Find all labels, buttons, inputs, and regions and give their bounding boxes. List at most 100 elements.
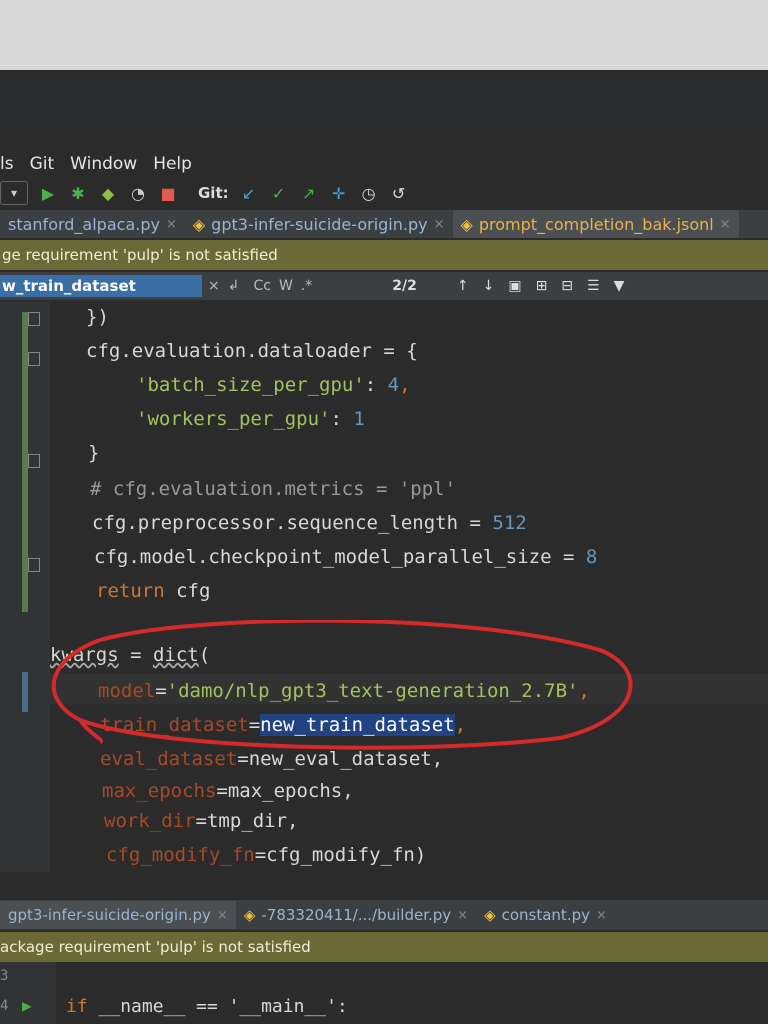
background-wall [0,0,768,70]
git-merge-icon[interactable]: ✛ [329,183,349,203]
git-label: Git: [198,184,229,202]
code-line: }) [86,306,109,328]
code-text: cfg.preprocessor.sequence_length = [92,512,493,534]
close-icon[interactable]: × [596,908,607,923]
select-all-occurrences-icon[interactable]: ☰ [587,278,600,294]
whole-word-toggle[interactable]: W [279,278,293,294]
banner-text: ackage requirement 'pulp' is not satisfi… [0,938,311,956]
keyword: return [96,580,165,602]
menu-tools[interactable]: ls [0,154,14,174]
code-line: cfg_modify_fn=cfg_modify_fn) [106,844,426,866]
code-line: } [88,442,100,464]
run-icon[interactable]: ▶ [38,183,58,203]
code-line: max_epochs=max_epochs, [102,780,354,802]
python-file-icon: ◈ [484,906,496,924]
code-text: __name__ == '__main__': [87,996,348,1017]
tab-prompt-completion[interactable]: ◈ prompt_completion_bak.jsonl × [452,210,739,238]
code-text: cfg.model.checkpoint_model_parallel_size… [94,546,586,568]
history-icon[interactable]: ◷ [359,183,379,203]
find-clear-icon[interactable]: × [208,278,220,294]
code-text: =cfg_modify_fn) [254,844,427,866]
requirement-banner: ge requirement 'pulp' is not satisfied [0,240,768,270]
hand-drawn-annotation-ring [51,620,633,750]
rollback-icon[interactable]: ↺ [389,183,409,203]
newline-icon[interactable]: ↲ [228,278,240,294]
arrow-up-icon[interactable]: ↑ [457,278,469,294]
tab-bottom-constant[interactable]: ◈ constant.py × [476,901,615,929]
remove-occurrence-icon[interactable]: ⊟ [561,278,573,294]
monitor-bezel [0,70,768,130]
bottom-gutter: 3 4 ▶ [0,962,56,1024]
match-count: 2/2 [392,278,417,294]
string-literal: 'workers_per_gpu' [136,408,331,430]
stop-icon[interactable]: ■ [158,183,178,203]
tab-stanford-alpaca[interactable]: stanford_alpaca.py × [0,210,185,238]
code-line: cfg.evaluation.dataloader = { [86,340,418,362]
code-text: =max_epochs, [216,780,354,802]
run-gutter-icon[interactable]: ▶ [22,996,32,1015]
number-literal: 1 [353,408,365,430]
param-name: cfg_modify_fn [106,844,255,866]
code-line: work_dir=tmp_dir, [104,810,298,832]
punct: : [364,374,388,396]
arrow-down-icon[interactable]: ↓ [483,278,495,294]
python-file-icon: ◈ [243,906,256,924]
code-line: 'batch_size_per_gpu': 4, [136,374,411,396]
bottom-code-editor[interactable]: 3 4 ▶ if __name__ == '__main__': [0,962,768,1024]
code-line: if __name__ == '__main__': [66,996,348,1017]
tab-label: prompt_completion_bak.jsonl [478,214,714,234]
code-line: cfg.preprocessor.sequence_length = 512 [92,512,527,534]
close-icon[interactable]: × [166,217,177,232]
punct: : [330,408,354,430]
add-occurrence-icon[interactable]: ⊞ [536,278,548,294]
param-name: work_dir [104,810,196,832]
tab-gpt3-infer[interactable]: ◈ gpt3-infer-suicide-origin.py × [185,210,453,238]
regex-toggle[interactable]: .* [301,278,312,294]
close-icon[interactable]: × [720,217,731,232]
menu-git[interactable]: Git [30,154,55,174]
line-number: 3 [0,968,9,984]
git-update-icon[interactable]: ↙ [239,183,259,203]
find-input[interactable]: w_train_dataset [0,275,202,297]
tab-bottom-gpt3-infer[interactable]: gpt3-infer-suicide-origin.py × [0,901,236,929]
git-push-icon[interactable]: ↗ [299,183,319,203]
close-icon[interactable]: × [457,908,468,923]
coverage-icon[interactable]: ◆ [98,183,118,203]
number-literal: 8 [585,546,598,568]
editor-tabs: stanford_alpaca.py × ◈ gpt3-infer-suicid… [0,210,768,238]
select-all-icon[interactable]: ▣ [508,278,521,294]
profile-icon[interactable]: ◔ [128,183,148,203]
code-line: return cfg [96,580,210,602]
filter-icon[interactable]: ▼ [614,278,625,294]
code-editor[interactable]: }) cfg.evaluation.dataloader = { 'batch_… [0,302,768,872]
menu-help[interactable]: Help [153,154,192,174]
tab-label: gpt3-infer-suicide-origin.py [211,214,428,234]
find-actions: ↑ ↓ ▣ ⊞ ⊟ ☰ ▼ [457,278,625,294]
close-icon[interactable]: × [434,217,445,232]
python-file-icon: ◈ [192,214,206,234]
find-bar: w_train_dataset × ↲ Cc W .* 2/2 ↑ ↓ ▣ ⊞ … [0,272,768,300]
debug-icon[interactable]: ✱ [68,183,88,203]
menu-window[interactable]: Window [70,154,137,174]
number-literal: 4 [387,374,400,396]
code-line: cfg.model.checkpoint_model_parallel_size… [94,546,597,568]
banner-text: ge requirement 'pulp' is not satisfied [2,246,278,264]
run-config-dropdown[interactable]: ▾ [0,181,28,205]
bottom-editor-tabs: gpt3-infer-suicide-origin.py × ◈ -783320… [0,900,768,930]
tab-bottom-builder[interactable]: ◈ -783320411/.../builder.py × [236,901,476,929]
code-text: =new_eval_dataset, [237,748,444,770]
keyword: if [66,996,88,1017]
line-number: 4 [0,998,9,1014]
comment-line: # cfg.evaluation.metrics = 'ppl' [90,478,457,500]
toolbar: ▾ ▶ ✱ ◆ ◔ ■ Git: ↙ ✓ ↗ ✛ ◷ ↺ [0,178,768,208]
punct: , [399,374,411,396]
tab-label: constant.py [501,906,590,924]
match-case-toggle[interactable]: Cc [253,278,270,294]
close-icon[interactable]: × [217,908,228,923]
tab-label: stanford_alpaca.py [8,214,160,234]
json-file-icon: ◈ [460,214,473,234]
git-commit-icon[interactable]: ✓ [269,183,289,203]
ide-window: ls Git Window Help ▾ ▶ ✱ ◆ ◔ ■ Git: ↙ ✓ … [0,130,768,1024]
param-name: eval_dataset [100,748,238,770]
tab-label: gpt3-infer-suicide-origin.py [8,906,211,924]
